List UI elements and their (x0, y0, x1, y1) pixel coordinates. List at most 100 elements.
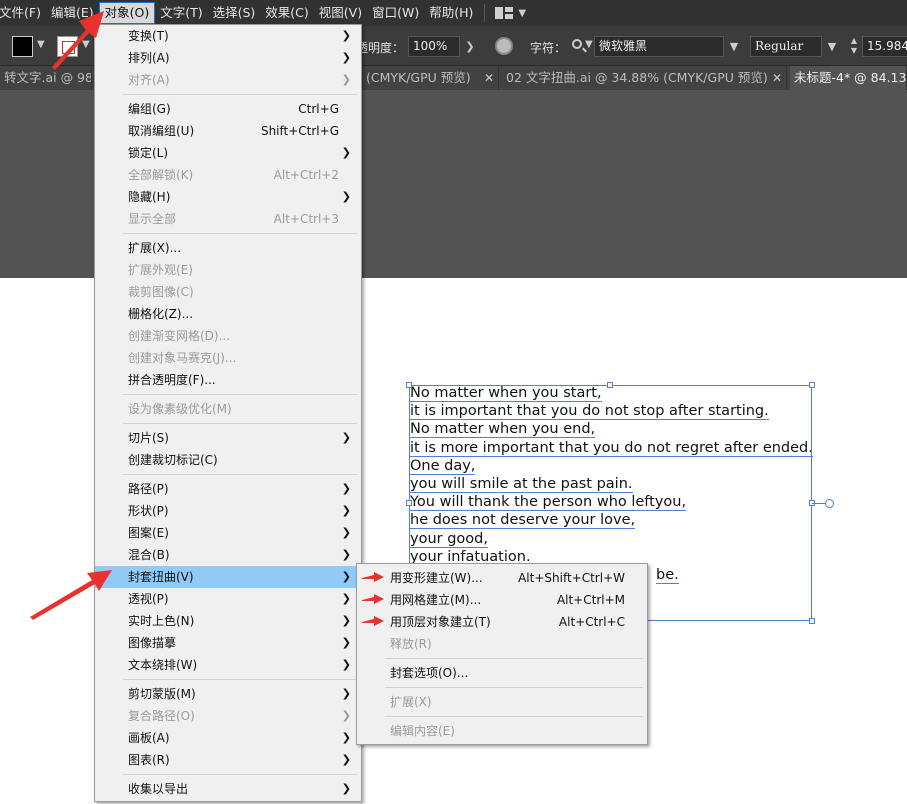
menu-item-label: 混合(B) (128, 548, 170, 562)
recolor-artwork-icon[interactable] (495, 37, 513, 55)
menu-item[interactable]: 用网格建立(M)... Alt+Ctrl+M (357, 589, 647, 611)
menu-item[interactable]: 隐藏(H) ❯ (95, 186, 361, 208)
menubar-item-1[interactable]: 编辑(E) (46, 0, 99, 26)
opacity-arrow-icon[interactable]: ❯ (460, 36, 480, 57)
menu-item[interactable]: 变换(T) ❯ (95, 25, 361, 47)
menu-item[interactable]: 编组(G) Ctrl+G (95, 98, 361, 120)
menu-item-label: 用顶层对象建立(T) (390, 615, 491, 629)
menu-item[interactable]: 透视(P) ❯ (95, 588, 361, 610)
menu-item[interactable]: 切片(S) ❯ (95, 427, 361, 449)
menu-item-shortcut: Alt+Ctrl+M (556, 593, 625, 607)
font-search-chevron-icon[interactable]: ▼ (585, 39, 593, 50)
menu-item[interactable]: 形状(P) ❯ (95, 500, 361, 522)
menu-item[interactable]: 锁定(L) ❯ (95, 142, 361, 164)
menu-item[interactable]: 混合(B) ❯ (95, 544, 361, 566)
menu-separator (123, 233, 357, 234)
menu-item-label: 编辑内容(E) (390, 724, 455, 738)
fill-color-swatch[interactable] (12, 36, 33, 57)
stroke-dropdown-chevron-icon[interactable]: ▼ (82, 39, 90, 50)
search-icon[interactable] (572, 39, 582, 49)
chevron-down-icon[interactable]: ▼ (518, 8, 526, 19)
menu-item-label: 扩展外观(E) (128, 263, 193, 277)
menu-item[interactable]: 文本绕排(W) ❯ (95, 654, 361, 676)
menu-item[interactable]: 取消编组(U) Shift+Ctrl+G (95, 120, 361, 142)
stroke-color-swatch[interactable] (57, 36, 78, 57)
font-size-stepper[interactable]: ▲ ▼ (849, 36, 859, 57)
menu-item-label: 拼合透明度(F)... (128, 373, 216, 387)
tab-label: 02 文字扭曲.ai @ 34.88% (CMYK/GPU 预览) (506, 70, 768, 85)
resize-handle[interactable] (809, 382, 815, 388)
menu-item: 创建对象马赛克(J)... (95, 347, 361, 369)
menu-item[interactable]: 实时上色(N) ❯ (95, 610, 361, 632)
menu-item-label: 扩展(X) (390, 695, 432, 709)
menu-item[interactable]: 排列(A) ❯ (95, 47, 361, 69)
menu-item-label: 实时上色(N) (128, 614, 195, 628)
menu-item-label: 裁剪图像(C) (128, 285, 194, 299)
fill-dropdown-chevron-icon[interactable]: ▼ (37, 39, 45, 50)
character-label: 字符： (530, 41, 567, 55)
menu-item-label: 图案(E) (128, 526, 169, 540)
font-style-chevron-icon[interactable]: ▼ (822, 36, 842, 57)
menu-item[interactable]: 扩展(X)... (95, 237, 361, 259)
menubar-item-0[interactable]: 文件(F) (0, 0, 46, 26)
menubar-item-7[interactable]: 窗口(W) (367, 0, 424, 26)
opacity-input[interactable]: 100% (408, 36, 460, 57)
menu-item[interactable]: 用变形建立(W)... Alt+Shift+Ctrl+W (357, 567, 647, 589)
menubar-item-3[interactable]: 文字(T) (155, 0, 207, 26)
resize-handle[interactable] (809, 618, 815, 624)
menu-item[interactable]: 画板(A) ❯ (95, 727, 361, 749)
menu-item[interactable]: 收集以导出 ❯ (95, 778, 361, 800)
menu-item-label: 隐藏(H) (128, 190, 171, 204)
menu-item[interactable]: 栅格化(Z)... (95, 303, 361, 325)
resize-handle[interactable] (607, 382, 613, 388)
chevron-right-icon: ❯ (341, 73, 351, 86)
menu-item[interactable]: 图案(E) ❯ (95, 522, 361, 544)
menubar-item-2[interactable]: 对象(O) (98, 2, 156, 24)
menu-item-label: 图像描摹 (128, 636, 177, 650)
menu-item-label: 栅格化(Z)... (128, 307, 194, 321)
chevron-right-icon: ❯ (341, 548, 351, 561)
menubar-item-5[interactable]: 效果(C) (260, 0, 313, 26)
resize-handle[interactable] (406, 382, 412, 388)
menu-separator (385, 716, 643, 717)
tab-document-2[interactable]: (CMYK/GPU 预览) (362, 66, 499, 90)
menu-item[interactable]: 封套扭曲(V) ❯ (95, 566, 361, 588)
font-family-chevron-icon[interactable]: ▼ (724, 36, 744, 57)
menu-item-label: 封套选项(O)... (390, 666, 469, 680)
font-family-select[interactable]: 微软雅黑 (594, 36, 724, 57)
menubar-item-6[interactable]: 视图(V) (314, 0, 367, 26)
font-size-input[interactable]: 15.984 (862, 36, 907, 57)
tab-document-1[interactable]: 转文字.ai @ 98.0 (0, 66, 92, 90)
menu-item-label: 封套扭曲(V) (128, 570, 194, 584)
menu-item-label: 文本绕排(W) (128, 658, 198, 672)
tab-label: 转文字.ai @ 98.0 (4, 70, 92, 85)
resize-handle[interactable] (406, 500, 412, 506)
menu-item[interactable]: 路径(P) ❯ (95, 478, 361, 500)
tab-document-active[interactable]: 未标题-4* @ 84.13 (790, 66, 907, 90)
chevron-right-icon: ❯ (341, 731, 351, 744)
menu-item[interactable]: 图表(R) ❯ (95, 749, 361, 771)
tab-document-3[interactable]: 02 文字扭曲.ai @ 34.88% (CMYK/GPU 预览) (502, 66, 787, 90)
close-icon[interactable]: ✕ (772, 66, 782, 90)
menubar-item-8[interactable]: 帮助(H) (424, 0, 478, 26)
workspace-switcher-icon[interactable] (495, 7, 514, 19)
menubar-item-4[interactable]: 选择(S) (208, 0, 261, 26)
chevron-right-icon: ❯ (341, 636, 351, 649)
font-style-select[interactable]: Regular (750, 36, 822, 57)
menubar-divider (484, 4, 486, 22)
text-frame-out-port[interactable] (825, 499, 834, 508)
menu-item[interactable]: 用顶层对象建立(T) Alt+Ctrl+C (357, 611, 647, 633)
menu-item-label: 复合路径(O) (128, 709, 195, 723)
menu-separator (385, 687, 643, 688)
chevron-right-icon: ❯ (341, 753, 351, 766)
menu-item[interactable]: 图像描摹 ❯ (95, 632, 361, 654)
chevron-right-icon: ❯ (341, 51, 351, 64)
chevron-right-icon: ❯ (341, 190, 351, 203)
close-icon[interactable]: ✕ (484, 66, 494, 90)
menu-item[interactable]: 剪切蒙版(M) ❯ (95, 683, 361, 705)
menu-item[interactable]: 拼合透明度(F)... (95, 369, 361, 391)
menu-item[interactable]: 封套选项(O)... (357, 662, 647, 684)
envelope-distort-submenu: 用变形建立(W)... Alt+Shift+Ctrl+W 用网格建立(M)... Al… (356, 563, 648, 745)
menu-item-shortcut: Shift+Ctrl+G (260, 124, 339, 138)
menu-item[interactable]: 创建裁切标记(C) (95, 449, 361, 471)
